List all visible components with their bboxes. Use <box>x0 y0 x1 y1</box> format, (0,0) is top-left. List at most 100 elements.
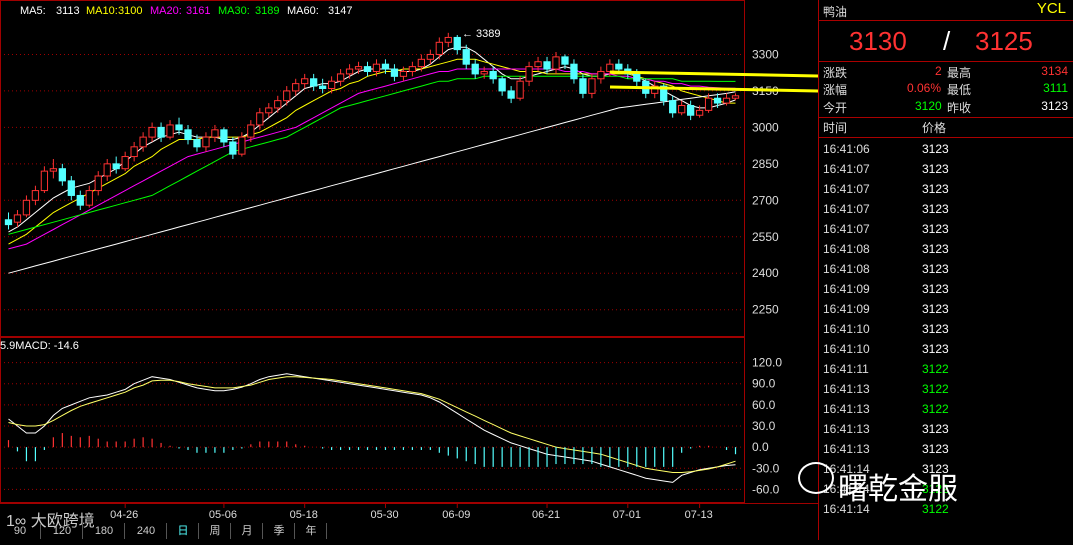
tick-price: 3123 <box>922 282 949 296</box>
macd-tick-label: -60.0 <box>752 482 780 496</box>
date-tick-label: 04-26 <box>110 509 138 521</box>
tick-time: 16:41:07 <box>823 222 870 236</box>
timeframe-button-1[interactable]: 120 <box>42 523 83 539</box>
candle-body <box>345 68 354 75</box>
kline-svg[interactable]: 33003150300028502700255024002250120.090.… <box>0 0 882 540</box>
candle-body <box>363 66 372 72</box>
ma20-label: MA20: <box>150 5 182 17</box>
candle-body <box>435 41 443 55</box>
candle-body <box>301 78 309 85</box>
timeframe-button-6[interactable]: 月 <box>232 523 263 539</box>
tick-time: 16:41:13 <box>823 402 870 416</box>
candle-body <box>76 194 84 206</box>
candle-body <box>588 78 596 94</box>
tick-row: 16:41:09 3123 <box>819 279 1073 299</box>
candle-body <box>615 63 623 70</box>
tick-price: 3123 <box>922 422 949 436</box>
candle-body <box>480 70 488 75</box>
tick-row: 16:41:06 3123 <box>819 139 1073 159</box>
tick-time: 16:41:10 <box>823 322 870 336</box>
candle-body <box>713 97 722 104</box>
candle-body <box>381 63 390 70</box>
open-label: 今开 <box>823 101 848 115</box>
tick-time: 16:41:07 <box>823 182 870 196</box>
candle-body <box>22 199 31 216</box>
candle-body <box>570 63 578 80</box>
tick-price: 3123 <box>922 162 949 176</box>
ma60-value: 3147 <box>328 5 352 17</box>
candle-body <box>274 100 282 109</box>
candle-body <box>327 80 336 89</box>
candle-body <box>606 63 614 72</box>
pct-value: 0.06% <box>907 81 942 95</box>
candle-body <box>579 78 587 94</box>
timeframe-button-7[interactable]: 季 <box>264 523 295 539</box>
timeframe-button-0[interactable]: 90 <box>0 523 41 539</box>
candle-body <box>283 90 291 102</box>
timeframe-button-8[interactable]: 年 <box>296 523 327 539</box>
open-value: 3120 <box>915 99 942 113</box>
kline-chart[interactable]: 33003150300028502700255024002250120.090.… <box>0 0 882 540</box>
tick-time: 16:41:07 <box>823 202 870 216</box>
candle-body <box>157 126 165 138</box>
timeframe-button-4[interactable]: 日 <box>168 523 199 539</box>
tick-row: 16:41:07 3123 <box>819 159 1073 179</box>
timeframe-button-2[interactable]: 180 <box>84 523 125 539</box>
high-value: 3134 <box>1041 64 1068 78</box>
tick-row: 16:41:07 3123 <box>819 179 1073 199</box>
watermark-right: 曙乾金服 <box>838 472 958 507</box>
candle-body <box>220 129 228 143</box>
candle-body <box>112 163 120 170</box>
ask-price: 3125 <box>975 26 1033 56</box>
price-separator: / <box>943 26 951 56</box>
candle-body <box>49 168 58 172</box>
ma10-value: 3100 <box>118 5 142 17</box>
candle-body <box>462 49 470 65</box>
candle-body <box>139 136 147 148</box>
date-tick-label: 07-01 <box>613 509 641 521</box>
candle-body <box>265 107 273 114</box>
ma5-label: MA5: <box>20 5 46 17</box>
tick-row: 16:41:09 3123 <box>819 299 1073 319</box>
ma5-value: 3113 <box>56 5 80 17</box>
candle-body <box>103 163 111 177</box>
tick-price: 3123 <box>922 442 949 456</box>
change-label: 涨跌 <box>823 66 848 80</box>
candle-body <box>202 136 210 148</box>
candle-body <box>247 124 255 138</box>
macd-tick-label: 0.0 <box>752 440 769 454</box>
price-tick-label: 2250 <box>752 303 779 317</box>
tick-row: 16:41:10 3123 <box>819 319 1073 339</box>
candle-body <box>722 97 731 104</box>
candle-body <box>166 124 174 138</box>
quote-panel: 鸭油 YCL 3130 / 3125 涨跌 2 最高 3134 涨幅 0.06%… <box>818 0 1073 540</box>
candle-body <box>507 90 515 99</box>
tick-price: 3123 <box>922 342 949 356</box>
macd-tick-label: 30.0 <box>752 419 776 433</box>
tick-price: 3122 <box>922 402 949 416</box>
ma10-label: MA10: <box>86 5 118 17</box>
candle-body <box>731 95 740 99</box>
date-tick-label: 06-21 <box>532 509 560 521</box>
candle-body <box>471 63 479 75</box>
price-tick-label: 2550 <box>752 230 779 244</box>
macd-tick-label: 90.0 <box>752 377 776 391</box>
candle-body <box>534 61 542 68</box>
candle-body <box>175 124 183 131</box>
low-value: 3111 <box>1043 81 1068 95</box>
candle-body <box>67 180 75 196</box>
candle-body <box>256 112 264 126</box>
timeframe-button-3[interactable]: 240 <box>126 523 167 539</box>
candle-body <box>58 168 66 182</box>
tick-price: 3122 <box>922 362 949 376</box>
candle-body <box>686 105 695 116</box>
macd-tick-label: 60.0 <box>752 398 776 412</box>
candle-body <box>399 70 408 77</box>
candle-body <box>318 85 327 89</box>
tick-time: 16:41:13 <box>823 382 870 396</box>
ma20-value: 3161 <box>186 5 210 17</box>
candle-body <box>453 36 461 51</box>
price-tick-label: 2700 <box>752 193 779 207</box>
price-tick-label: 3300 <box>752 47 779 61</box>
timeframe-button-5[interactable]: 周 <box>200 523 231 539</box>
